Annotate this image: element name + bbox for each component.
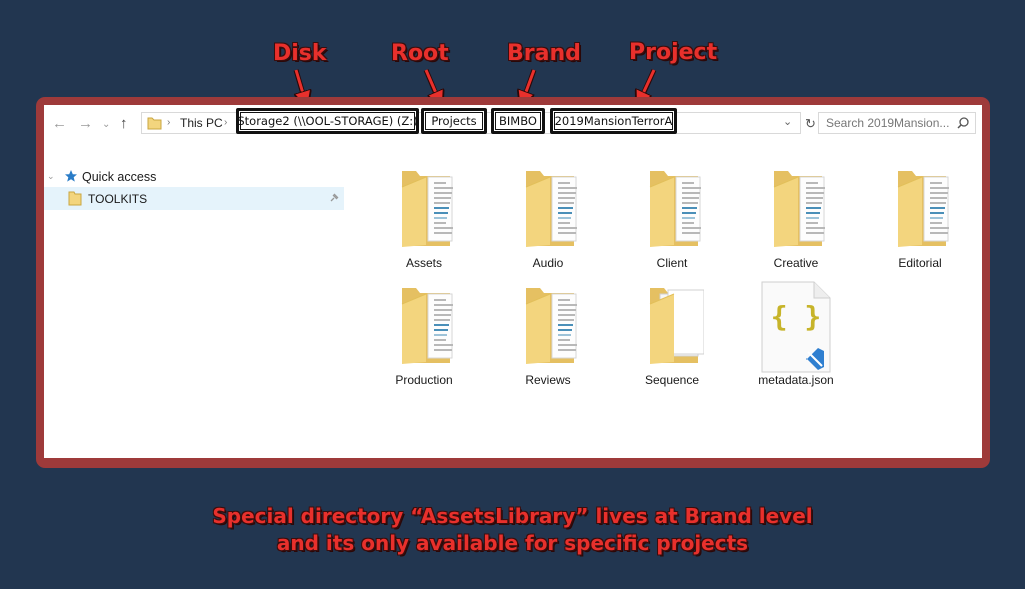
breadcrumb-brand[interactable]: BIMBO bbox=[491, 108, 545, 134]
address-dropdown-chevron-icon[interactable]: ⌄ bbox=[783, 115, 792, 128]
folder-icon bbox=[646, 163, 704, 258]
breadcrumb-this-pc[interactable]: This PC bbox=[180, 116, 223, 130]
folder-item[interactable]: Assets bbox=[374, 163, 474, 273]
caption-line-1: Special directory “AssetsLibrary” lives … bbox=[212, 504, 813, 528]
folder-icon bbox=[522, 280, 580, 375]
folder-icon bbox=[147, 117, 162, 130]
breadcrumb-disk-label: Storage2 (\\OOL-STORAGE) (Z:) bbox=[237, 112, 418, 130]
file-view: Assets Audio Client Creative Editorial Produc… bbox=[354, 151, 982, 458]
folder-icon bbox=[398, 163, 456, 258]
folder-icon bbox=[68, 191, 82, 206]
navigation-pane: ⌄ Quick access TOOLKITS bbox=[44, 151, 344, 458]
folder-icon bbox=[522, 163, 580, 258]
file-name: Reviews bbox=[525, 373, 571, 387]
folder-item[interactable]: Production bbox=[374, 280, 474, 390]
folder-item[interactable]: Sequence bbox=[622, 280, 722, 390]
breadcrumb-project-label: 2019MansionTerrorA bbox=[554, 112, 673, 130]
refresh-icon[interactable]: ↻ bbox=[805, 116, 816, 132]
caption: Special directory “AssetsLibrary” lives … bbox=[0, 503, 1025, 557]
breadcrumb-project[interactable]: 2019MansionTerrorA bbox=[550, 108, 677, 134]
explorer-body: ← → ⌄ ↑ › This PC › ⌄ ↻ Storage2 (\\OOL-… bbox=[44, 105, 982, 458]
folder-icon bbox=[398, 280, 456, 375]
folder-item[interactable]: Reviews bbox=[498, 280, 598, 390]
star-icon bbox=[65, 170, 77, 182]
file-name: Assets bbox=[405, 256, 442, 270]
search-input[interactable]: Search 2019Mansion... bbox=[818, 112, 976, 134]
sidebar-item-label: TOOLKITS bbox=[88, 192, 148, 206]
json-file-icon: { } bbox=[760, 280, 832, 379]
breadcrumb-disk[interactable]: Storage2 (\\OOL-STORAGE) (Z:) bbox=[236, 108, 419, 134]
navigation-bar: ← → ⌄ ↑ › This PC › ⌄ ↻ Storage2 (\\OOL-… bbox=[44, 105, 982, 143]
file-name: metadata.json bbox=[758, 373, 834, 387]
folder-icon bbox=[770, 163, 828, 258]
file-item[interactable]: { } metadata.json bbox=[746, 280, 846, 390]
caption-line-2: and its only available for specific proj… bbox=[276, 531, 749, 555]
back-icon[interactable]: ← bbox=[52, 115, 67, 132]
folder-item[interactable]: Client bbox=[622, 163, 722, 273]
svg-text:{ }: { } bbox=[771, 300, 822, 333]
folder-item[interactable]: Audio bbox=[498, 163, 598, 273]
expand-chevron-icon[interactable]: ⌄ bbox=[47, 171, 55, 182]
recent-locations-chevron-icon[interactable]: ⌄ bbox=[102, 119, 110, 130]
quick-access-link[interactable]: Quick access bbox=[82, 170, 156, 184]
breadcrumb-separator: › bbox=[167, 117, 171, 128]
empty-folder-icon bbox=[646, 280, 705, 375]
file-name: Creative bbox=[773, 256, 819, 270]
file-name: Editorial bbox=[898, 256, 942, 270]
file-name: Sequence bbox=[644, 373, 700, 387]
explorer-window: ← → ⌄ ↑ › This PC › ⌄ ↻ Storage2 (\\OOL-… bbox=[36, 97, 990, 468]
folder-item[interactable]: Editorial bbox=[870, 163, 970, 273]
pin-icon[interactable] bbox=[329, 193, 339, 203]
file-name: Production bbox=[395, 373, 453, 387]
folder-item[interactable]: Creative bbox=[746, 163, 846, 273]
root-callout: Root bbox=[391, 41, 449, 66]
forward-icon[interactable]: → bbox=[78, 115, 93, 132]
project-callout: Project bbox=[629, 40, 718, 65]
breadcrumb-brand-label: BIMBO bbox=[495, 112, 541, 130]
breadcrumb-separator: › bbox=[224, 117, 228, 128]
file-name: Client bbox=[656, 256, 688, 270]
search-placeholder: Search 2019Mansion... bbox=[826, 116, 950, 130]
file-name: Audio bbox=[532, 256, 564, 270]
breadcrumb-root[interactable]: Projects bbox=[421, 108, 487, 134]
sidebar-item-toolkits[interactable]: TOOLKITS bbox=[44, 187, 344, 210]
search-icon bbox=[957, 117, 969, 129]
disk-callout: Disk bbox=[273, 41, 327, 66]
breadcrumb-root-label: Projects bbox=[425, 112, 483, 130]
up-arrow-icon[interactable]: ↑ bbox=[120, 115, 128, 132]
brand-callout: Brand bbox=[507, 41, 581, 66]
folder-icon bbox=[894, 163, 952, 258]
